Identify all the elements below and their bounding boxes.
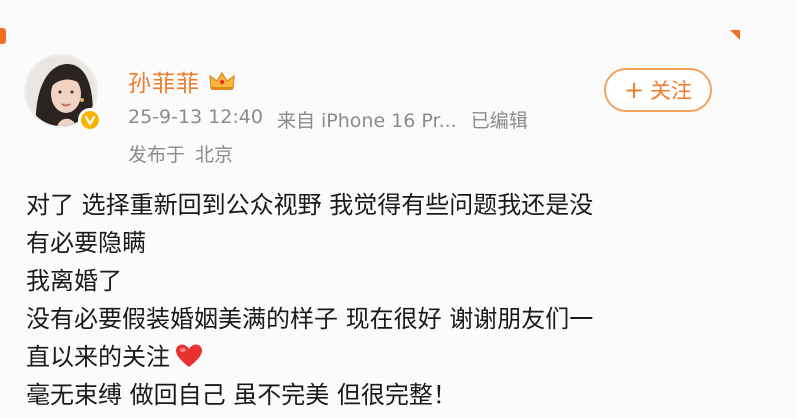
post-line: 直以来的关注 xyxy=(26,343,170,371)
post-line: 我离婚了 xyxy=(26,267,122,295)
crown-badge-icon[interactable] xyxy=(208,70,236,92)
post-line: 对了 选择重新回到公众视野 我觉得有些问题我还是没 xyxy=(26,191,594,219)
post-line-with-heart: 直以来的关注 xyxy=(26,338,726,376)
post-source: 来自 iPhone 16 Pr... xyxy=(276,110,457,132)
post-meta: 25-9-13 12:40 来自 iPhone 16 Pr... 已编辑 xyxy=(128,106,528,133)
red-heart-emoji-icon xyxy=(174,342,204,368)
location-prefix: 发布于 xyxy=(128,144,186,166)
username-link[interactable]: 孙菲菲 xyxy=(128,64,200,98)
username-row: 孙菲菲 xyxy=(128,64,236,98)
follow-button[interactable]: + 关注 xyxy=(604,68,712,112)
location-value: 北京 xyxy=(195,144,234,166)
orange-corner-marker-right xyxy=(730,30,740,40)
plus-icon: + xyxy=(623,76,645,104)
post-body: 对了 选择重新回到公众视野 我觉得有些问题我还是没 有必要隐瞒 我离婚了 没有必… xyxy=(26,186,726,414)
post-line: 有必要隐瞒 xyxy=(26,229,146,257)
orange-corner-marker xyxy=(0,28,6,44)
edited-label[interactable]: 已编辑 xyxy=(471,106,528,133)
avatar-container[interactable] xyxy=(24,54,102,132)
post-line: 毫无束缚 做回自己 虽不完美 但很完整！ xyxy=(26,381,457,409)
verified-v-icon xyxy=(78,108,102,132)
post-line: 没有必要假装婚姻美满的样子 现在很好 谢谢朋友们一 xyxy=(26,305,594,333)
post-location: 发布于 北京 xyxy=(128,140,233,167)
follow-button-label: 关注 xyxy=(650,79,693,103)
post-timestamp[interactable]: 25-9-13 12:40 xyxy=(128,106,263,133)
weibo-post-screenshot: 孙菲菲 25-9-13 12:40 来自 iPhone 16 Pr... 已编辑… xyxy=(0,0,796,418)
